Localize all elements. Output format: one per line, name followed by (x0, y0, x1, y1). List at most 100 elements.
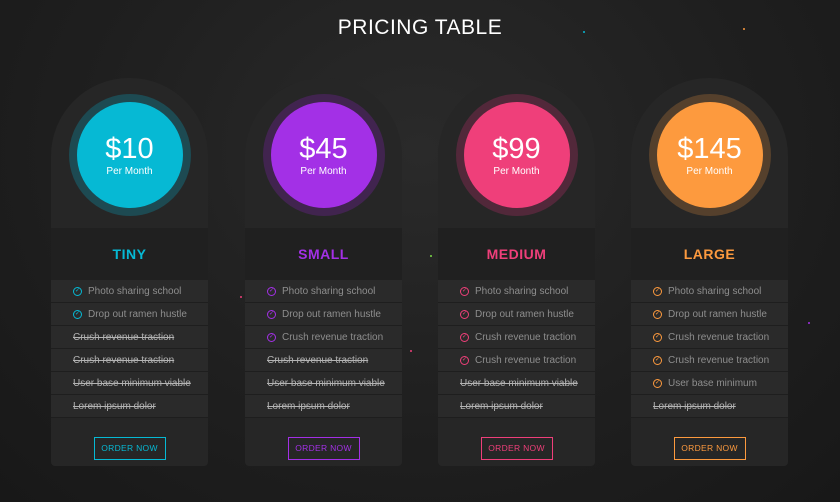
page-title: PRICING TABLE (337, 16, 503, 39)
feature-label: Photo sharing school (282, 285, 376, 297)
feature-list: ✓ Photo sharing school ✓ Drop out ramen hus… (438, 280, 595, 418)
feature-label: Crush revenue traction (475, 331, 577, 343)
check-circle-icon: ✓ (460, 286, 469, 296)
order-now-button[interactable]: ORDER NOW (287, 436, 360, 460)
feature-label: Photo sharing school (668, 285, 762, 297)
feature-label: Drop out ramen hustle (475, 308, 574, 320)
plan-name: MEDIUM (438, 228, 595, 280)
price-amount: $145 (677, 132, 742, 165)
feature-label: User base minimum (668, 377, 757, 389)
feature-list: ✓ Photo sharing school ✓ Drop out ramen hus… (245, 280, 402, 418)
feature-item: ✓User base minimum viable (438, 372, 595, 395)
check-circle-icon: ✓ (267, 286, 276, 296)
feature-label: Photo sharing school (475, 285, 569, 297)
feature-label: Crush revenue traction (73, 331, 175, 343)
feature-list: ✓ Photo sharing school ✓ Drop out ramen hus… (631, 280, 788, 418)
feature-item: ✓ Crush revenue traction (631, 349, 788, 372)
plan-name: LARGE (631, 228, 788, 280)
feature-label: Lorem ipsum dolor (267, 400, 350, 412)
order-area: ORDER NOW (51, 420, 208, 476)
feature-label: Lorem ipsum dolor (653, 400, 736, 412)
feature-label: Drop out ramen hustle (282, 308, 381, 320)
feature-item: ✓ Crush revenue traction (438, 326, 595, 349)
price-circle: $145 Per Month (656, 102, 763, 208)
check-circle-icon: ✓ (73, 309, 82, 319)
price-circle-ring: $145 Per Month (648, 94, 771, 216)
feature-label: Crush revenue traction (267, 354, 369, 366)
feature-item: ✓Crush revenue traction (245, 349, 402, 372)
feature-item: ✓Lorem ipsum dolor (51, 395, 208, 418)
pricing-card-medium: $99 Per Month MEDIUM ✓ Photo sharing school ✓… (438, 78, 595, 466)
check-circle-icon: ✓ (460, 355, 469, 365)
check-circle-icon: ✓ (653, 309, 662, 319)
feature-label: Crush revenue traction (668, 331, 770, 343)
check-circle-icon: ✓ (653, 332, 662, 342)
confetti-dot (240, 296, 242, 298)
feature-item: ✓ Crush revenue traction (631, 326, 788, 349)
order-now-button[interactable]: ORDER NOW (673, 436, 746, 460)
feature-label: Lorem ipsum dolor (73, 400, 156, 412)
feature-label: Crush revenue traction (668, 354, 770, 366)
order-area: ORDER NOW (438, 420, 595, 476)
price-circle-ring: $99 Per Month (455, 94, 578, 216)
feature-item: ✓ Photo sharing school (631, 280, 788, 303)
feature-label: Lorem ipsum dolor (460, 400, 543, 412)
order-now-button[interactable]: ORDER NOW (93, 436, 166, 460)
order-now-button[interactable]: ORDER NOW (480, 436, 553, 460)
price-period: Per Month (493, 165, 540, 177)
order-area: ORDER NOW (245, 420, 402, 476)
price-circle: $99 Per Month (463, 102, 570, 208)
price-circle: $10 Per Month (76, 102, 183, 208)
feature-item: ✓Lorem ipsum dolor (631, 395, 788, 418)
feature-list: ✓ Photo sharing school ✓ Drop out ramen hus… (51, 280, 208, 418)
feature-item: ✓ Photo sharing school (438, 280, 595, 303)
feature-label: Drop out ramen hustle (668, 308, 767, 320)
check-circle-icon: ✓ (267, 309, 276, 319)
check-circle-icon: ✓ (267, 332, 276, 342)
feature-item: ✓ Crush revenue traction (438, 349, 595, 372)
feature-item: ✓ Photo sharing school (51, 280, 208, 303)
price-period: Per Month (686, 165, 733, 177)
feature-label: User base minimum viable (73, 377, 191, 389)
price-amount: $10 (105, 132, 154, 165)
price-circle: $45 Per Month (270, 102, 377, 208)
pricing-card-tiny: $10 Per Month TINY ✓ Photo sharing school ✓ Dr… (51, 78, 208, 466)
feature-label: User base minimum viable (460, 377, 578, 389)
feature-item: ✓ Drop out ramen hustle (51, 303, 208, 326)
price-circle-ring: $10 Per Month (68, 94, 191, 216)
check-circle-icon: ✓ (653, 286, 662, 296)
confetti-dot (410, 350, 412, 352)
feature-label: Crush revenue traction (282, 331, 384, 343)
feature-item: ✓ Crush revenue traction (245, 326, 402, 349)
order-area: ORDER NOW (631, 420, 788, 476)
feature-item: ✓Lorem ipsum dolor (245, 395, 402, 418)
feature-item: ✓User base minimum viable (51, 372, 208, 395)
check-circle-icon: ✓ (653, 378, 662, 388)
check-circle-icon: ✓ (73, 286, 82, 296)
check-circle-icon: ✓ (653, 355, 662, 365)
price-period: Per Month (300, 165, 347, 177)
check-circle-icon: ✓ (460, 309, 469, 319)
feature-label: Crush revenue traction (475, 354, 577, 366)
price-circle-ring: $45 Per Month (262, 94, 385, 216)
feature-item: ✓ Drop out ramen hustle (245, 303, 402, 326)
feature-item: ✓Crush revenue traction (51, 349, 208, 372)
price-amount: $45 (299, 132, 348, 165)
confetti-dot (808, 322, 810, 324)
price-period: Per Month (106, 165, 153, 177)
confetti-dot (430, 255, 432, 257)
feature-item: ✓ Drop out ramen hustle (438, 303, 595, 326)
price-amount: $99 (492, 132, 541, 165)
feature-item: ✓ User base minimum (631, 372, 788, 395)
check-circle-icon: ✓ (460, 332, 469, 342)
plan-name: TINY (51, 228, 208, 280)
feature-item: ✓ Photo sharing school (245, 280, 402, 303)
feature-item: ✓ Drop out ramen hustle (631, 303, 788, 326)
feature-label: Crush revenue traction (73, 354, 175, 366)
feature-item: ✓User base minimum viable (245, 372, 402, 395)
feature-label: User base minimum viable (267, 377, 385, 389)
feature-item: ✓Lorem ipsum dolor (438, 395, 595, 418)
feature-item: ✓Crush revenue traction (51, 326, 208, 349)
feature-label: Photo sharing school (88, 285, 182, 297)
plan-name: SMALL (245, 228, 402, 280)
